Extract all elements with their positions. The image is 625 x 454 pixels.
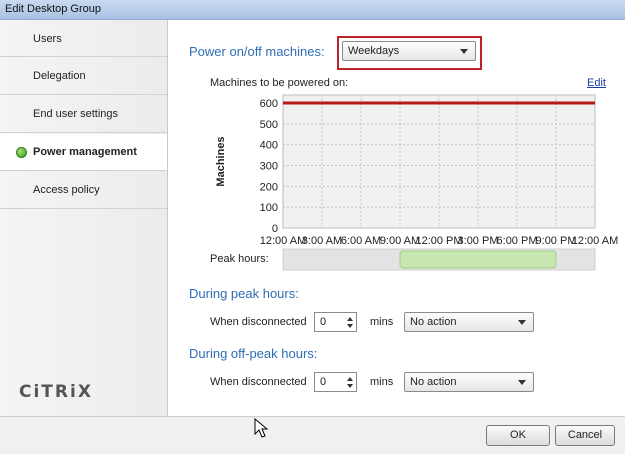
peak-heading: During peak hours: xyxy=(189,286,299,301)
x-axis-ticks: 12:00 AM3:00 AM6:00 AM9:00 AM12:00 PM3:0… xyxy=(260,235,618,247)
mouse-cursor-icon xyxy=(254,418,269,438)
x-tick-label: 12:00 AM xyxy=(260,235,306,247)
y-tick-label: 500 xyxy=(260,119,278,131)
x-tick-label: 6:00 PM xyxy=(497,235,538,247)
x-tick-label: 12:00 AM xyxy=(572,235,618,247)
offpeak-when-label: When disconnected xyxy=(210,376,307,388)
peak-mins-label: mins xyxy=(370,316,394,328)
offpeak-minutes-value: 0 xyxy=(320,376,327,388)
stepper-up-icon[interactable] xyxy=(347,317,353,321)
chevron-down-icon xyxy=(518,380,526,385)
ok-button[interactable]: OK xyxy=(486,425,550,446)
y-tick-label: 400 xyxy=(260,140,278,152)
y-axis-label: Machines xyxy=(215,136,227,186)
stepper-down-icon[interactable] xyxy=(347,324,353,328)
citrix-logo: CiTRiX xyxy=(19,382,93,402)
x-tick-label: 3:00 PM xyxy=(458,235,499,247)
x-tick-label: 9:00 AM xyxy=(380,235,420,247)
offpeak-action-select[interactable]: No action xyxy=(404,372,534,392)
y-axis-ticks: 0 100 200 300 400 500 600 xyxy=(260,98,278,235)
x-tick-label: 6:00 AM xyxy=(341,235,381,247)
peak-minutes-stepper[interactable]: 0 xyxy=(314,312,357,332)
peak-when-label: When disconnected xyxy=(210,316,307,328)
y-tick-label: 0 xyxy=(272,223,278,235)
stepper-up-icon[interactable] xyxy=(347,377,353,381)
offpeak-mins-label: mins xyxy=(370,376,394,388)
y-tick-label: 600 xyxy=(260,98,278,110)
peak-minutes-value: 0 xyxy=(320,316,327,328)
machines-chart: 0100200300400500600 12:00 AM3:00 AM6:00 … xyxy=(215,94,618,247)
peak-hours-label: Peak hours: xyxy=(210,253,269,265)
y-tick-label: 300 xyxy=(260,161,278,173)
offpeak-minutes-stepper[interactable]: 0 xyxy=(314,372,357,392)
offpeak-heading: During off-peak hours: xyxy=(189,346,318,361)
peak-action-select[interactable]: No action xyxy=(404,312,534,332)
chevron-down-icon xyxy=(518,320,526,325)
x-tick-label: 9:00 PM xyxy=(536,235,577,247)
y-tick-label: 200 xyxy=(260,181,278,193)
peak-action-value: No action xyxy=(410,316,457,328)
x-tick-label: 3:00 AM xyxy=(302,235,342,247)
stepper-down-icon[interactable] xyxy=(347,384,353,388)
cancel-button[interactable]: Cancel xyxy=(555,425,615,446)
y-tick-label: 100 xyxy=(260,202,278,214)
dialog-footer: OK Cancel xyxy=(0,416,625,454)
offpeak-action-value: No action xyxy=(410,376,457,388)
x-tick-label: 12:00 PM xyxy=(415,235,462,247)
